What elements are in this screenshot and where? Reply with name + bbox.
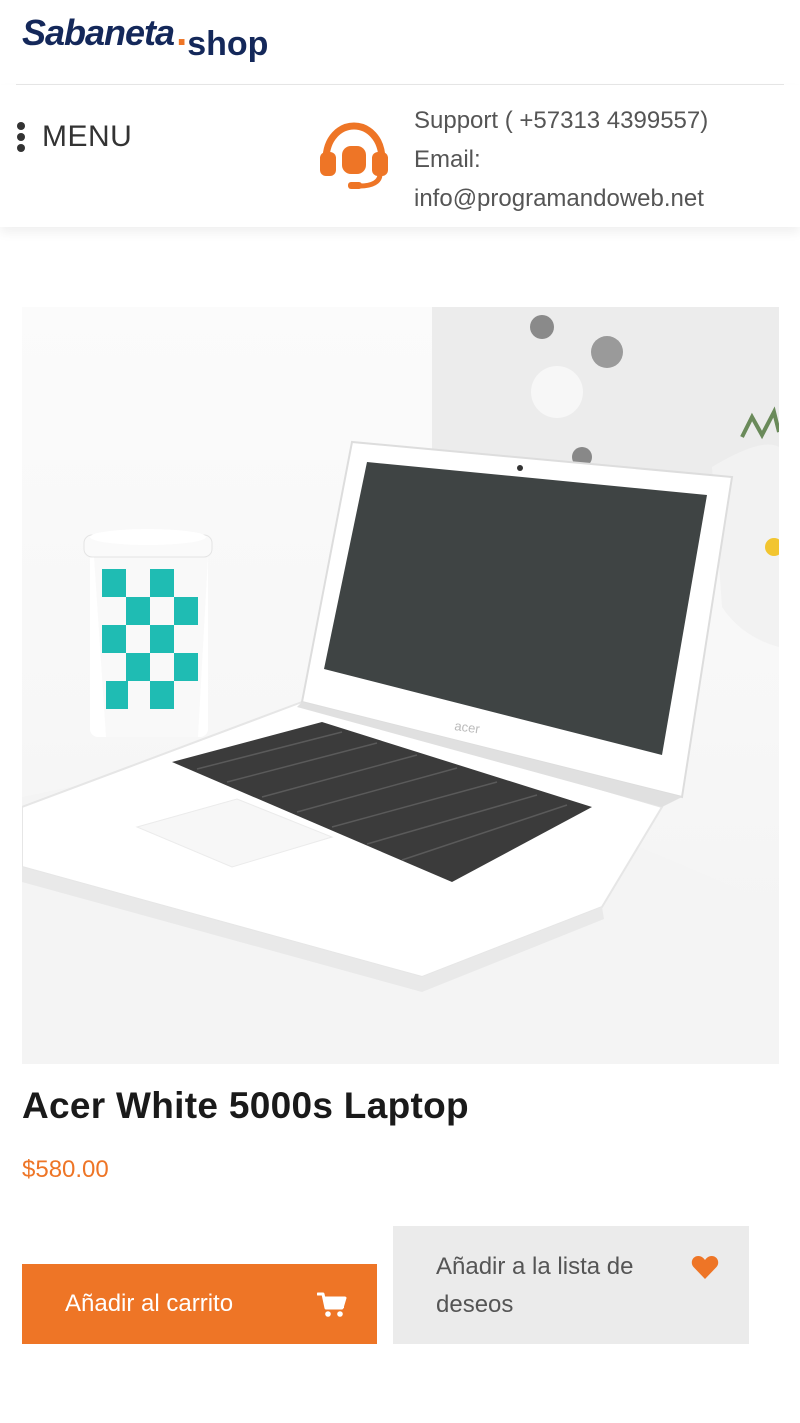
logo-dot: . (176, 10, 188, 54)
add-to-cart-label: Añadir al carrito (65, 1290, 234, 1317)
menu-button[interactable]: MENU (16, 120, 132, 154)
support-email-label: Email: (414, 146, 481, 173)
heart-icon (691, 1256, 719, 1279)
laptop-photo: acer (22, 307, 779, 1064)
page: Sabaneta . shop MENU Support ( +57313 43… (0, 0, 800, 1423)
logo-main-text: Sabaneta (22, 12, 175, 53)
support-phone[interactable]: Support ( +57313 4399557) (414, 101, 794, 140)
add-to-cart-button[interactable]: Añadir al carrito (22, 1264, 377, 1344)
product-price: $580.00 (22, 1156, 109, 1183)
add-to-wishlist-button[interactable]: Añadir a la lista de deseos (393, 1226, 749, 1344)
product-title: Acer White 5000s Laptop (22, 1085, 469, 1126)
cart-icon (317, 1292, 347, 1317)
menu-dots-icon (16, 122, 26, 152)
support-email[interactable]: info@programandoweb.net (414, 179, 794, 218)
site-logo[interactable]: Sabaneta . shop (22, 10, 268, 63)
product-image[interactable]: acer (22, 307, 779, 1064)
menu-label: MENU (42, 120, 133, 153)
headset-icon (320, 122, 388, 189)
add-to-wishlist-label: Añadir a la lista de deseos (436, 1253, 634, 1318)
logo-suffix-text: shop (187, 25, 269, 63)
support-info: Support ( +57313 4399557) Email: info@pr… (414, 101, 794, 218)
